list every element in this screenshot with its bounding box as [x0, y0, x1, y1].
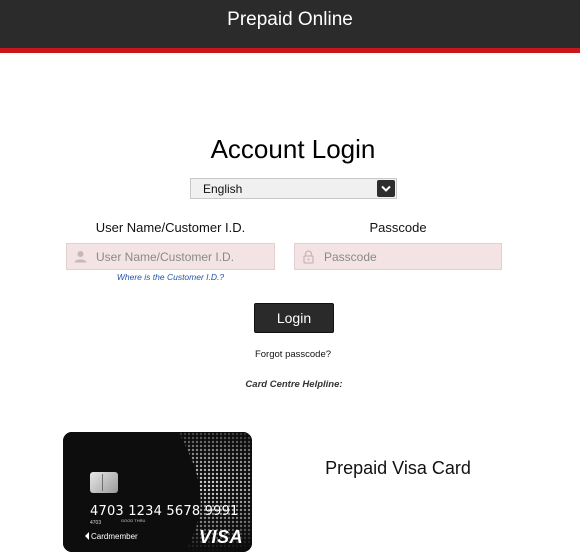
username-input[interactable]: [96, 244, 266, 269]
page-title: Account Login: [210, 134, 376, 164]
card-chip: [90, 472, 118, 493]
card-number: 4703 1234 5678 9991: [90, 504, 239, 519]
card-caption: Prepaid Visa Card: [325, 458, 471, 478]
header-accent-stripe: [0, 48, 580, 53]
helpline-label: Card Centre Helpline:: [245, 379, 343, 390]
card-valid-text: GOOD THRU: [121, 518, 146, 523]
language-selected-value: English: [203, 182, 243, 196]
username-label: User Name/Customer I.D.: [95, 220, 246, 235]
forgot-passcode-link[interactable]: Forgot passcode?: [0, 349, 580, 360]
language-select[interactable]: English: [190, 178, 397, 199]
user-icon: [74, 251, 87, 263]
card-holder-name: Cardmember: [91, 532, 138, 541]
visa-logo: VISA: [198, 527, 243, 547]
header-bar: Prepaid Online: [0, 0, 580, 48]
login-button[interactable]: Login: [254, 303, 334, 333]
customer-id-help-link[interactable]: Where is the Customer I.D.?: [66, 272, 275, 282]
username-field-wrapper: [66, 243, 275, 270]
passcode-label: Passcode: [369, 220, 427, 235]
card-member-marker-icon: [85, 532, 89, 540]
card-small-number: 4703: [90, 520, 102, 526]
language-dropdown-button[interactable]: [377, 180, 395, 197]
app-title: Prepaid Online: [227, 9, 353, 30]
passcode-input[interactable]: [324, 244, 494, 269]
prepaid-card-image: 4703 1234 5678 9991 4703 GOOD THRU Cardm…: [63, 432, 252, 552]
chevron-down-icon: [381, 185, 391, 192]
lock-icon: [303, 250, 314, 264]
passcode-field-wrapper: [294, 243, 502, 270]
